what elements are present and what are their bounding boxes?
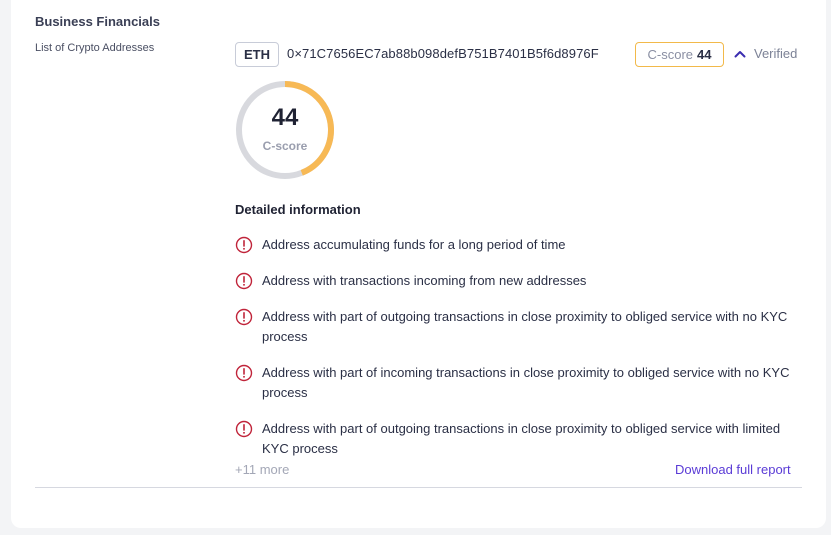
alert-circle-icon (235, 236, 253, 254)
c-score-pill: C-score 44 (635, 42, 724, 67)
section-title: Business Financials (35, 14, 160, 29)
more-items-link[interactable]: +11 more (235, 462, 289, 477)
risk-item: Address with part of outgoing transactio… (235, 419, 805, 459)
chevron-up-icon[interactable] (733, 47, 747, 61)
risk-item: Address accumulating funds for a long pe… (235, 235, 805, 255)
risk-item-text: Address with part of outgoing transactio… (262, 309, 788, 344)
divider (35, 487, 802, 488)
c-score-gauge-value: 44 (271, 104, 299, 131)
alert-circle-icon (235, 308, 253, 326)
c-score-gauge-label: C-score (262, 139, 308, 153)
alert-circle-icon (235, 420, 253, 438)
verified-status: Verified (754, 46, 798, 61)
risk-item-text: Address accumulating funds for a long pe… (262, 237, 566, 252)
risk-item: Address with part of outgoing transactio… (235, 307, 805, 347)
c-score-pill-value: 44 (697, 47, 712, 62)
c-score-pill-label: C-score (647, 47, 694, 62)
detailed-information-title: Detailed information (235, 202, 361, 217)
crypto-address: 0×71C7656EC7ab88b098defB751B7401B5f6d897… (287, 46, 599, 61)
alert-circle-icon (235, 364, 253, 382)
alert-circle-icon (235, 272, 253, 290)
risk-item-text: Address with part of outgoing transactio… (262, 421, 781, 456)
crypto-addresses-label: List of Crypto Addresses (35, 42, 155, 54)
download-report-link[interactable]: Download full report (675, 462, 791, 477)
risk-item-text: Address with part of incoming transactio… (262, 365, 790, 400)
risk-item-text: Address with transactions incoming from … (262, 273, 587, 288)
risk-item: Address with transactions incoming from … (235, 271, 805, 291)
chain-badge: ETH (235, 42, 279, 67)
risk-item: Address with part of incoming transactio… (235, 363, 805, 403)
risk-list: Address accumulating funds for a long pe… (235, 235, 805, 475)
